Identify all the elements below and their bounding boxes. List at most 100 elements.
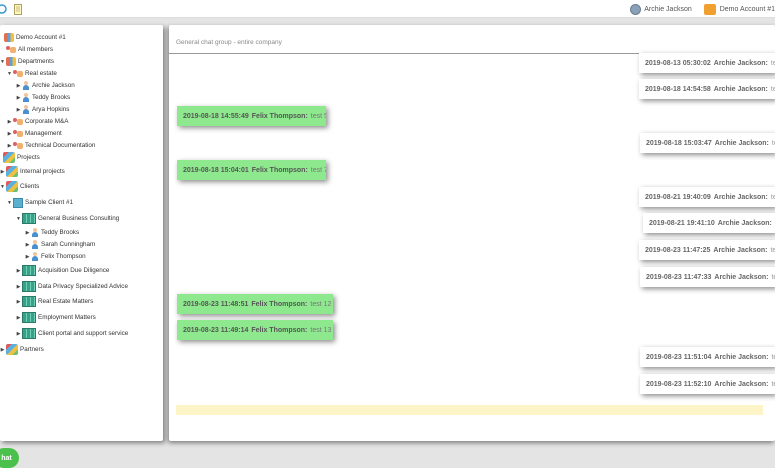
caret-down-icon[interactable]: ▼ bbox=[0, 59, 5, 65]
caret-right-icon[interactable]: ▶ bbox=[7, 143, 12, 149]
tree-node-label: All members bbox=[18, 46, 53, 53]
tree-node[interactable]: ▼Departments bbox=[0, 56, 54, 67]
message-author: Archie Jackson: bbox=[714, 86, 768, 93]
message-text: test bbox=[771, 194, 775, 201]
message-timestamp: 2019-08-23 11:47:25 bbox=[645, 247, 710, 254]
tree-node-label: Real Estate Matters bbox=[38, 298, 93, 305]
tree-node[interactable]: ▶Employment Matters bbox=[16, 312, 96, 323]
caret-right-icon[interactable]: ▶ bbox=[7, 119, 12, 125]
chat-panel: General chat group - entire company 2019… bbox=[169, 25, 775, 441]
caret-down-icon[interactable]: ▼ bbox=[7, 200, 12, 206]
person-icon bbox=[31, 252, 39, 261]
caret-right-icon[interactable]: ▶ bbox=[7, 131, 12, 137]
tree-node[interactable]: ▶Archie Jackson bbox=[16, 80, 75, 91]
message-input[interactable] bbox=[176, 405, 763, 415]
tree-node[interactable]: ▶ Sarah Cunningham bbox=[25, 239, 95, 250]
tree-node-label: Arya Hopkins bbox=[32, 106, 69, 113]
caret-right-icon[interactable]: ▶ bbox=[16, 83, 21, 89]
tree-node[interactable]: ▶Management bbox=[7, 128, 62, 139]
tree-node[interactable]: ▶ Internal projects bbox=[0, 166, 65, 177]
message-author: Archie Jackson: bbox=[714, 354, 768, 361]
tree-node[interactable]: ▶ Partners bbox=[0, 344, 44, 355]
tree-node[interactable]: ▼ Sample Client #1 bbox=[7, 197, 73, 208]
tree-node-label: Corporate M&A bbox=[25, 118, 68, 125]
tree-node[interactable]: ▶ Real Estate Matters bbox=[16, 296, 93, 307]
tree-node[interactable]: ▶Data Privacy Specialized Advice bbox=[16, 281, 128, 292]
chat-message: 2019-08-21 19:40:09Archie Jackson:test bbox=[639, 187, 775, 207]
tree-node-label: Projects bbox=[17, 154, 40, 161]
user-avatar-icon[interactable] bbox=[630, 4, 641, 15]
caret-right-icon[interactable]: ▶ bbox=[25, 230, 30, 236]
tree-node[interactable]: ▼Clients bbox=[0, 181, 39, 192]
tree-node[interactable]: ▼ Real estate bbox=[7, 68, 57, 79]
message-timestamp: 2019-08-18 14:55:49 bbox=[183, 113, 249, 120]
notes-icon[interactable] bbox=[14, 2, 22, 20]
account-icon[interactable] bbox=[704, 4, 716, 15]
chat-message: 2019-08-18 15:04:01Felix Thompson:test 7 bbox=[177, 160, 326, 180]
user-area: Archie Jackson Demo Account #1 bbox=[630, 1, 775, 17]
caret-right-icon[interactable]: ▶ bbox=[16, 268, 21, 274]
tree-node-label: Client portal and support service bbox=[38, 330, 128, 337]
caret-right-icon[interactable]: ▶ bbox=[0, 347, 5, 353]
caret-down-icon[interactable]: ▼ bbox=[0, 184, 5, 190]
caret-down-icon[interactable]: ▼ bbox=[7, 71, 12, 77]
chat-button[interactable]: hat bbox=[0, 448, 19, 468]
message-author: Archie Jackson: bbox=[714, 60, 768, 67]
tree-node[interactable]: ▶Teddy Brooks bbox=[16, 92, 70, 103]
caret-down-icon[interactable]: ▼ bbox=[16, 216, 21, 222]
message-author: Felix Thompson: bbox=[252, 113, 308, 120]
person-icon bbox=[22, 105, 30, 114]
user-name[interactable]: Archie Jackson bbox=[644, 6, 691, 13]
tree-node-label: Internal projects bbox=[20, 168, 65, 175]
message-timestamp: 2019-08-18 15:04:01 bbox=[183, 167, 249, 174]
message-text: test bbox=[771, 354, 775, 361]
message-timestamp: 2019-08-23 11:48:51 bbox=[183, 301, 248, 308]
caret-right-icon[interactable]: ▶ bbox=[0, 169, 5, 175]
caret-right-icon[interactable]: ▶ bbox=[25, 242, 30, 248]
tree-node[interactable]: ▶ Teddy Brooks bbox=[25, 227, 79, 238]
tree-node[interactable]: ▶ Felix Thompson bbox=[25, 251, 86, 262]
tree-node-label: Partners bbox=[20, 346, 44, 353]
tree-node[interactable]: ▶Technical Documentation bbox=[7, 140, 95, 151]
building-teal-icon bbox=[22, 328, 36, 339]
tree-node[interactable]: ▼ General Business Consulting bbox=[16, 213, 119, 224]
building-teal-icon bbox=[22, 281, 36, 292]
refresh-icon[interactable] bbox=[0, 2, 8, 20]
caret-right-icon[interactable]: ▶ bbox=[16, 315, 21, 321]
caret-right-icon[interactable]: ▶ bbox=[16, 299, 21, 305]
tree-node[interactable]: ▶ Corporate M&A bbox=[7, 116, 68, 127]
message-text: test bbox=[771, 274, 775, 281]
caret-right-icon[interactable]: ▶ bbox=[25, 254, 30, 260]
message-text: test 12 bbox=[310, 301, 331, 308]
tree-node[interactable]: ▶ Arya Hopkins bbox=[16, 104, 69, 115]
message-text: test bbox=[771, 381, 775, 388]
tree-node-label: Teddy Brooks bbox=[41, 229, 79, 236]
tree-node[interactable]: All members bbox=[0, 44, 53, 55]
message-timestamp: 2019-08-23 11:49:14 bbox=[183, 327, 248, 334]
message-text: test bbox=[771, 86, 775, 93]
tree-node[interactable]: ▶ Acquisition Due Diligence bbox=[16, 265, 109, 276]
tree-node[interactable]: Projects bbox=[0, 152, 40, 163]
tree-node-label: Sample Client #1 bbox=[25, 199, 73, 206]
message-author: Felix Thompson: bbox=[252, 167, 308, 174]
chat-message: 2019-08-13 05:30:02Archie Jackson:test bbox=[639, 53, 775, 73]
tree-node[interactable]: Demo Account #1 bbox=[0, 32, 66, 43]
tree-node[interactable]: ▶ Client portal and support service bbox=[16, 328, 128, 339]
caret-right-icon[interactable]: ▶ bbox=[16, 107, 21, 113]
caret-right-icon[interactable]: ▶ bbox=[16, 284, 21, 290]
chat-message: 2019-08-23 11:51:04Archie Jackson:test bbox=[640, 347, 775, 367]
tree-node-label: Sarah Cunningham bbox=[41, 241, 95, 248]
chat-title: General chat group - entire company bbox=[176, 39, 282, 46]
message-text: test 7 bbox=[311, 167, 326, 174]
account-name[interactable]: Demo Account #1 bbox=[720, 6, 775, 13]
person-icon bbox=[22, 81, 30, 90]
group-icon bbox=[13, 69, 23, 78]
chat-message: 2019-08-18 14:55:49Felix Thompson:test 5 bbox=[177, 106, 326, 126]
tree-node-label: General Business Consulting bbox=[38, 215, 119, 222]
tree-node-label: Real estate bbox=[25, 70, 57, 77]
tree-node-label: Felix Thompson bbox=[41, 253, 86, 260]
tree-node-label: Acquisition Due Diligence bbox=[38, 267, 109, 274]
caret-right-icon[interactable]: ▶ bbox=[16, 331, 21, 337]
caret-right-icon[interactable]: ▶ bbox=[16, 95, 21, 101]
chat-message: 2019-08-23 11:47:33Archie Jackson:test bbox=[640, 267, 775, 287]
